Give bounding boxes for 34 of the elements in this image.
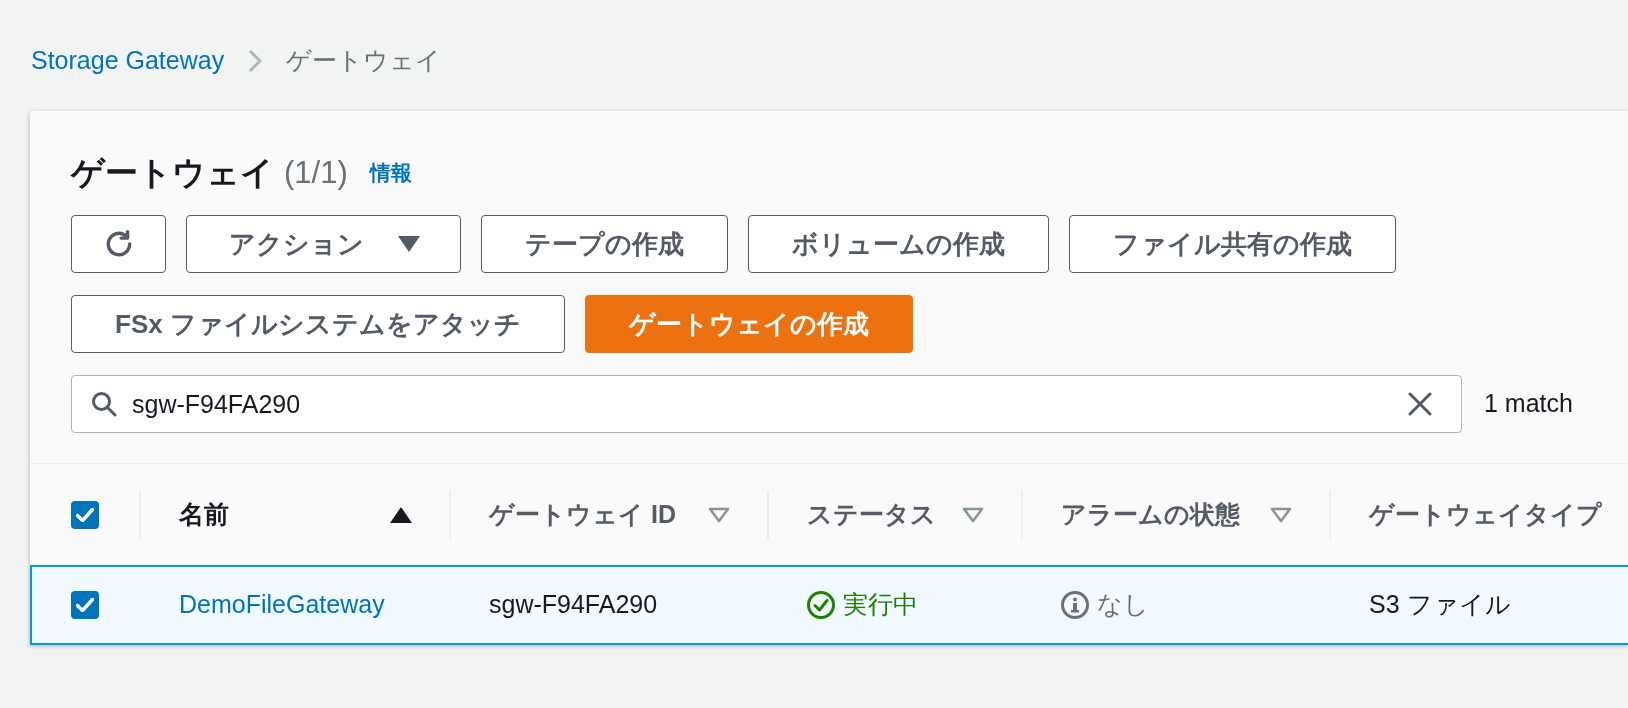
check-circle-icon xyxy=(807,591,835,619)
checkbox[interactable] xyxy=(71,500,99,529)
table-row[interactable]: DemoFileGateway sgw-F94FA290 実行中 なし S3 ファイル xyxy=(30,565,1628,645)
status-label: 実行中 xyxy=(843,589,918,621)
chevron-right-icon xyxy=(248,48,263,73)
checkmark-icon xyxy=(76,598,94,612)
search-field[interactable]: sgw-F94FA290 xyxy=(71,375,1462,433)
actions-dropdown[interactable]: アクション xyxy=(186,215,461,273)
refresh-button[interactable] xyxy=(71,215,166,273)
match-count: 1 match xyxy=(1484,388,1573,420)
alarm-state-label: なし xyxy=(1097,589,1149,621)
action-button[interactable]: ボリュームの作成 xyxy=(748,215,1049,273)
search-icon xyxy=(91,391,117,417)
action-button[interactable]: テープの作成 xyxy=(481,215,728,273)
column-header[interactable]: 名前 xyxy=(139,464,449,565)
breadcrumb-current: ゲートウェイ xyxy=(286,44,442,76)
info-icon xyxy=(1061,591,1089,619)
panel-title: ゲートウェイ xyxy=(71,155,274,189)
gateway-type: S3 ファイル xyxy=(1369,590,1511,619)
action-button[interactable]: FSx ファイルシステムをアタッチ xyxy=(71,295,565,353)
info-link[interactable]: 情報 xyxy=(369,161,412,183)
gateway-name-link[interactable]: DemoFileGateway xyxy=(179,590,385,619)
caret-down-icon xyxy=(398,236,420,252)
checkmark-icon xyxy=(76,507,94,522)
clear-icon[interactable] xyxy=(1408,392,1432,416)
breadcrumb-link[interactable]: Storage Gateway xyxy=(31,41,225,80)
action-button[interactable]: ファイル共有の作成 xyxy=(1069,215,1396,273)
column-header[interactable]: ゲートウェイ ID xyxy=(449,464,767,565)
gateway-id: sgw-F94FA290 xyxy=(489,590,658,619)
column-header[interactable]: ステータス xyxy=(767,464,1021,565)
column-header[interactable]: ゲートウェイタイプ xyxy=(1329,464,1628,565)
column-header[interactable]: アラームの状態 xyxy=(1021,464,1329,565)
checkbox[interactable] xyxy=(71,591,99,619)
item-counter: (1/1) xyxy=(284,156,348,188)
